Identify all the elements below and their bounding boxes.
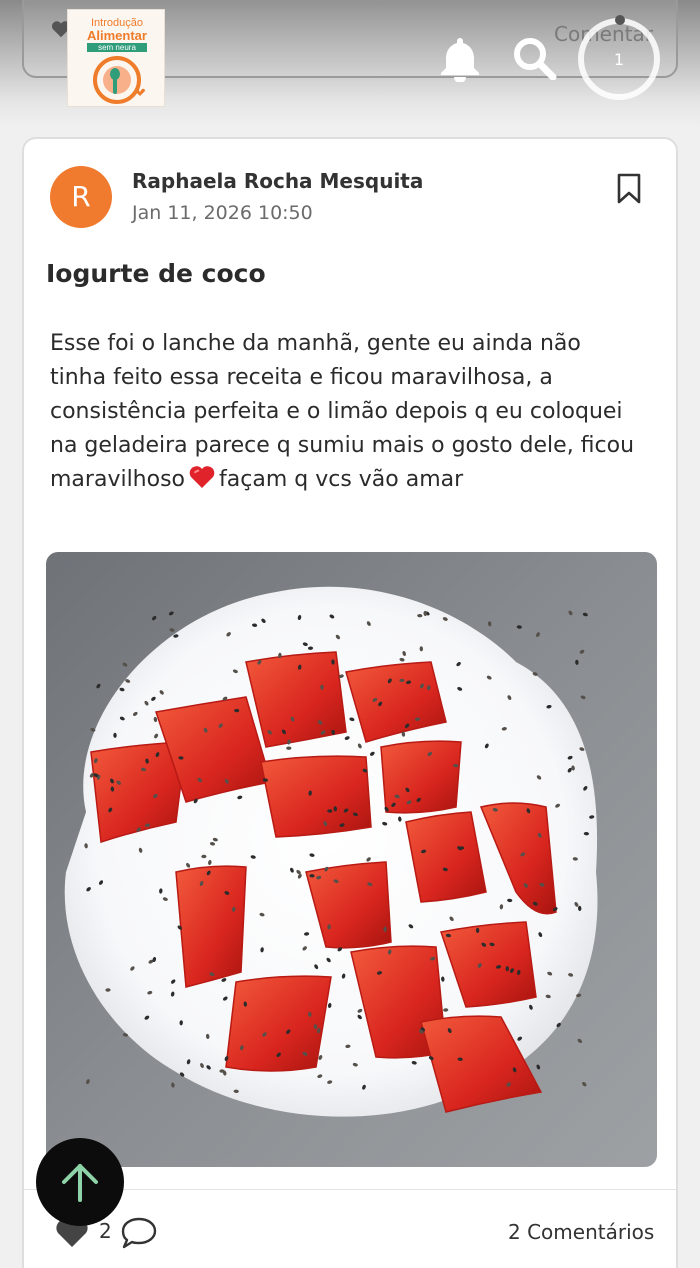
author-name[interactable]: Raphaela Rocha Mesquita <box>132 169 423 193</box>
search-icon[interactable] <box>512 36 558 80</box>
post-body-text-end: façam q vcs vão amar <box>219 467 464 492</box>
post-title: Iogurte de coco <box>46 259 266 288</box>
avatar[interactable]: R <box>50 166 112 228</box>
progress-indicator-dot <box>615 15 625 25</box>
like-count: 2 <box>99 1219 112 1243</box>
comment-icon[interactable] <box>120 1216 158 1250</box>
comments-count-link[interactable]: 2 Comentários <box>508 1220 654 1244</box>
logo-plate-icon <box>93 56 146 104</box>
post-body: Esse foi o lanche da manhã, gente eu ain… <box>50 327 640 497</box>
bookmark-icon[interactable] <box>616 173 642 205</box>
red-heart-emoji-icon <box>189 466 215 488</box>
bell-icon[interactable] <box>438 36 482 82</box>
progress-value: 1 <box>613 50 625 69</box>
logo-text-3: sem neura <box>87 43 147 52</box>
arrow-up-icon <box>62 1164 98 1202</box>
logo-text-2: Alimentar <box>87 28 147 43</box>
post-card: R Raphaela Rocha Mesquita Jan 11, 2026 1… <box>22 137 678 1268</box>
top-bar: Comentar Introdução Alimentar sem neura … <box>0 0 700 128</box>
post-date: Jan 11, 2026 10:50 <box>132 202 313 224</box>
scroll-to-top-button[interactable] <box>36 1138 124 1226</box>
app-logo[interactable]: Introdução Alimentar sem neura <box>67 9 165 107</box>
post-photo[interactable] <box>46 552 657 1167</box>
